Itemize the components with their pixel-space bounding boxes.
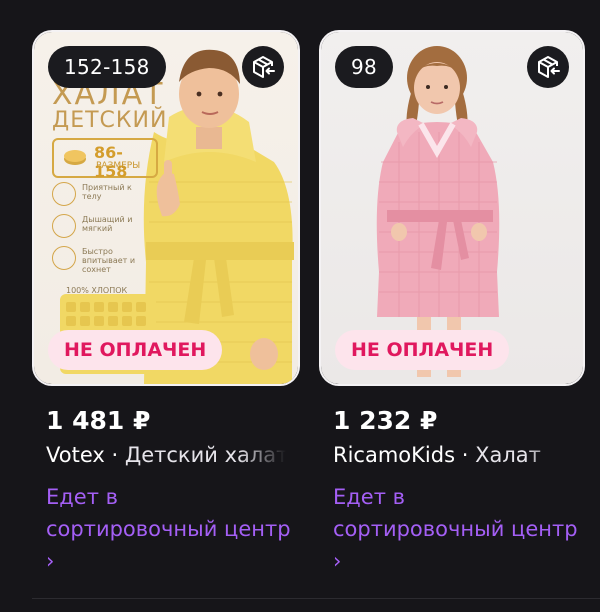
divider xyxy=(32,598,600,599)
brand: Votex xyxy=(46,443,105,467)
title-separator: · xyxy=(104,443,125,467)
delivery-status-link[interactable]: Едет в сортировочный центр › xyxy=(333,481,583,577)
return-button[interactable] xyxy=(527,46,569,88)
status-badge: НЕ ОПЛАЧЕН xyxy=(48,330,223,370)
promo-title: ХАЛАТ ДЕТСКИЙ xyxy=(52,80,168,134)
status-badge: НЕ ОПЛАЧЕН xyxy=(335,330,510,370)
price: 1 232 ₽ xyxy=(333,406,438,435)
orders-grid: ХАЛАТ ДЕТСКИЙ 86-158 РАЗМЕРЫ Приятный к … xyxy=(0,0,600,612)
size-badge: 152-158 xyxy=(48,46,166,88)
title-separator: · xyxy=(455,443,476,467)
product-name: Детский халат xyxy=(124,443,286,467)
order-card[interactable]: 98 НЕ ОПЛАЧЕН 1 232 ₽ RicamoKids · Халат… xyxy=(319,0,587,577)
price: 1 481 ₽ xyxy=(46,406,151,435)
product-title[interactable]: Votex · Детский халат xyxy=(46,443,286,467)
product-title[interactable]: RicamoKids · Халат xyxy=(333,443,573,467)
product-name: Халат xyxy=(475,443,541,467)
brand: RicamoKids xyxy=(333,443,456,467)
box-return-icon xyxy=(253,56,275,78)
return-button[interactable] xyxy=(242,46,284,88)
feature-icon xyxy=(52,182,76,206)
promo-size-label: РАЗМЕРЫ xyxy=(96,161,141,171)
feature-icon xyxy=(52,214,76,238)
promo-material: 100% ХЛОПОК xyxy=(66,286,128,295)
promo-line-2: ДЕТСКИЙ xyxy=(52,108,168,133)
promo-size-chip: 86-158 РАЗМЕРЫ xyxy=(52,138,158,181)
hanger-icon xyxy=(64,150,86,165)
box-return-icon xyxy=(538,56,560,78)
product-image[interactable]: 98 НЕ ОПЛАЧЕН xyxy=(319,30,585,386)
order-card[interactable]: ХАЛАТ ДЕТСКИЙ 86-158 РАЗМЕРЫ Приятный к … xyxy=(32,0,300,577)
delivery-status-link[interactable]: Едет в сортировочный центр › xyxy=(46,481,296,577)
product-image[interactable]: ХАЛАТ ДЕТСКИЙ 86-158 РАЗМЕРЫ Приятный к … xyxy=(32,30,300,386)
feature-icon xyxy=(52,246,76,270)
size-badge: 98 xyxy=(335,46,394,88)
